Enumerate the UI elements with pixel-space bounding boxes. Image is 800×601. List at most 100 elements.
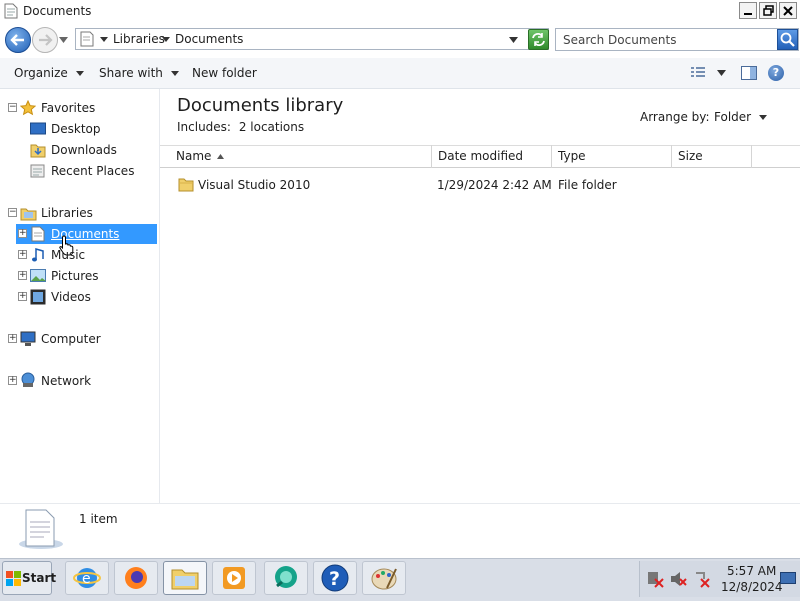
refresh-button[interactable] [528,29,549,50]
arrange-by-dropdown[interactable]: Folder [714,110,768,124]
windows-logo-icon [6,571,21,586]
close-button[interactable] [779,2,797,19]
help-icon: ? [321,564,349,592]
sidebar-item-music[interactable]: Music [51,248,85,262]
expand-icon[interactable]: + [18,250,27,259]
sidebar-item-videos[interactable]: Videos [51,290,91,304]
action-center-alert-icon[interactable] [693,570,711,588]
includes-locations-link[interactable]: 2 locations [239,120,304,134]
arrange-by-value: Folder [714,110,752,124]
address-bar[interactable]: Libraries Documents [75,28,549,50]
volume-muted-icon[interactable] [669,570,687,588]
expand-icon[interactable]: + [18,229,27,238]
back-arrow-icon [10,34,24,46]
search-button[interactable] [777,29,798,50]
taskbar-media-player[interactable] [212,561,256,595]
taskbar-messenger[interactable] [264,561,308,595]
column-date-label: Date modified [438,149,524,163]
file-row[interactable]: Visual Studio 2010 1/29/2024 2:42 AM Fil… [170,175,770,195]
sidebar-item-computer[interactable]: Computer [41,332,101,346]
sort-ascending-icon [217,154,225,159]
expand-icon[interactable]: + [18,292,27,301]
expand-icon[interactable]: + [18,271,27,280]
preview-pane-icon[interactable] [741,66,757,80]
taskbar-paint[interactable] [362,561,406,595]
recent-places-icon [30,164,45,178]
forward-button[interactable] [32,27,58,53]
sidebar-item-pictures[interactable]: Pictures [51,269,99,283]
desktop-icon [30,122,46,135]
close-icon [783,5,793,16]
collapse-icon[interactable]: − [8,208,17,217]
internet-explorer-icon: e [73,568,101,588]
chevron-down-icon [170,71,179,76]
computer-icon [20,331,36,346]
documents-library-icon [31,226,45,242]
refresh-icon [532,33,545,46]
taskbar-file-explorer[interactable] [163,561,207,595]
back-button[interactable] [5,27,31,53]
search-input[interactable]: Search Documents [555,28,799,51]
breadcrumb-libraries[interactable]: Libraries [113,32,165,46]
help-icon[interactable]: ? [768,65,784,81]
breadcrumb-documents[interactable]: Documents [175,32,243,46]
expand-icon[interactable]: + [8,334,17,343]
collapse-icon[interactable]: − [8,103,17,112]
window-title: Documents [23,4,92,18]
arrange-by-label: Arrange by: [640,110,710,124]
sidebar-item-downloads[interactable]: Downloads [51,143,117,157]
media-player-icon [223,567,245,589]
column-header-type[interactable]: Type [552,145,672,168]
document-icon [4,3,18,19]
view-options-icon[interactable] [690,66,706,80]
videos-icon [30,289,46,305]
library-includes[interactable]: Includes: 2 locations [177,120,304,134]
restore-icon [762,5,774,16]
column-header-date-modified[interactable]: Date modified [432,145,552,168]
taskbar-help[interactable]: ? [313,561,357,595]
star-icon [20,100,36,116]
start-label: Start [22,571,57,585]
start-button[interactable]: Start [2,561,56,595]
minimize-button[interactable] [739,2,757,19]
forward-arrow-icon [39,34,53,46]
sidebar-item-desktop[interactable]: Desktop [51,122,101,136]
share-with-menu[interactable]: Share with [99,66,179,80]
details-pane [0,503,800,559]
sidebar-item-recent-places[interactable]: Recent Places [51,164,134,178]
chevron-down-icon [759,115,768,120]
network-disconnected-icon[interactable] [646,570,664,588]
taskbar-internet-explorer[interactable]: e [65,561,109,595]
firefox-icon [125,567,147,589]
breadcrumb-chevron-icon[interactable] [162,37,170,43]
downloads-folder-icon [30,144,46,158]
folder-icon [178,178,194,192]
expand-icon[interactable]: + [8,376,17,385]
file-type: File folder [558,178,617,192]
paint-palette-icon [371,568,397,590]
new-folder-label: New folder [192,66,257,80]
column-header-size[interactable]: Size [672,145,752,168]
clock-date[interactable]: 12/8/2024 [721,580,783,594]
column-header-name[interactable]: Name [170,145,432,168]
new-folder-button[interactable]: New folder [192,66,257,80]
item-count: 1 item [79,512,118,526]
column-name-label: Name [176,149,212,163]
restore-button[interactable] [759,2,777,19]
messenger-icon [275,566,297,588]
music-icon [32,248,44,262]
libraries-header[interactable]: Libraries [41,206,93,220]
search-placeholder: Search Documents [563,33,677,47]
breadcrumb-chevron-icon[interactable] [100,37,108,43]
recent-pages-chevron-icon[interactable] [59,37,68,43]
taskbar-firefox[interactable] [114,561,158,595]
address-dropdown-icon[interactable] [509,37,518,43]
favorites-header[interactable]: Favorites [41,101,95,115]
view-dropdown-icon[interactable] [717,70,726,76]
title-bar: Documents [0,0,800,23]
sidebar-item-network[interactable]: Network [41,374,91,388]
organize-menu[interactable]: Organize [14,66,84,80]
clock-time[interactable]: 5:57 AM [727,564,776,578]
show-desktop-icon[interactable] [780,572,796,586]
documents-library-large-icon [19,509,63,549]
